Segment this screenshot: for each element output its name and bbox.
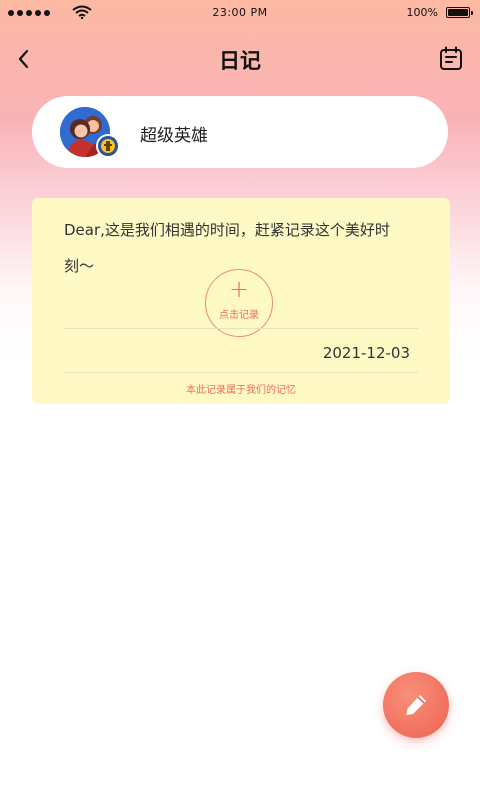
divider: [64, 372, 418, 373]
write-diary-button[interactable]: [383, 672, 449, 738]
plus-icon[interactable]: +: [206, 276, 272, 302]
diary-card: Dear,这是我们相遇的时间，赶紧记录这个美好时刻～ + 点击记录 2021-1…: [32, 198, 450, 404]
badge-icon: [96, 134, 120, 158]
calendar-icon[interactable]: [436, 44, 466, 74]
diary-date: 2021-12-03: [322, 344, 410, 362]
page-title: 日记: [219, 49, 261, 73]
status-bar: 23:00 PM 100%: [0, 0, 480, 26]
profile-name: 超级英雄: [140, 126, 208, 146]
record-button-label[interactable]: 点击记录: [206, 306, 272, 321]
divider: [64, 328, 418, 329]
profile-card[interactable]: 超级英雄: [32, 96, 448, 168]
battery-percent: 100%: [406, 6, 438, 19]
battery-icon: [446, 7, 473, 18]
calendar-button[interactable]: [436, 44, 466, 74]
record-button[interactable]: + 点击记录: [205, 269, 273, 337]
diary-footer: 本此记录属于我们的记忆: [186, 385, 296, 396]
pencil-icon[interactable]: [401, 690, 431, 720]
